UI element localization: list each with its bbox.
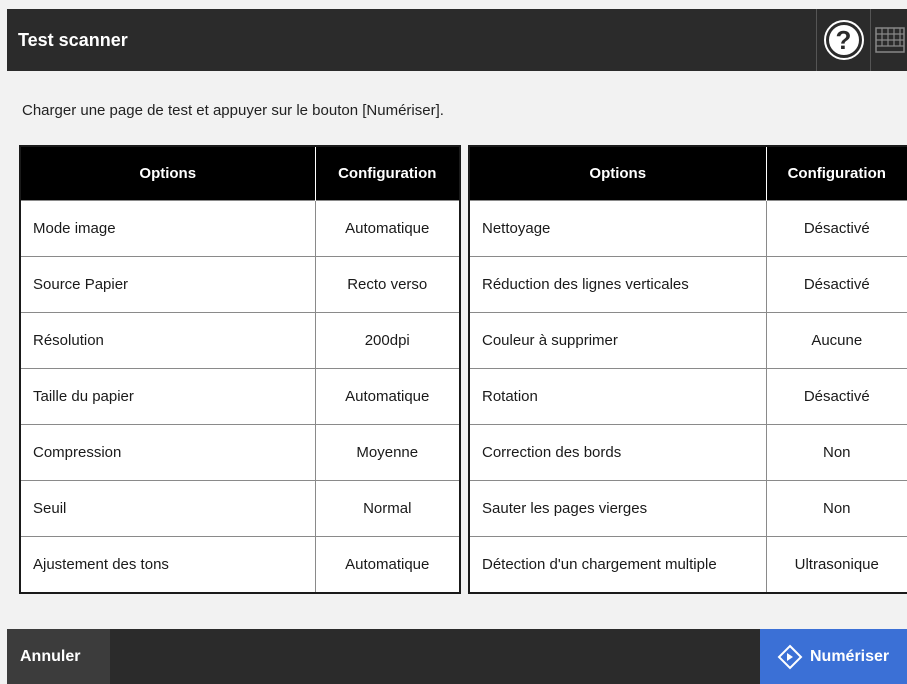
option-value: Aucune	[765, 312, 907, 369]
option-label: Résolution	[20, 312, 315, 369]
option-label: Réduction des lignes verticales	[469, 256, 766, 313]
options-table-left: Options Configuration Mode image Automati…	[19, 145, 461, 594]
option-value: Désactivé	[765, 200, 907, 257]
option-value: Non	[765, 424, 907, 481]
table-row: Mode image Automatique	[20, 200, 460, 257]
table-row: Seuil Normal	[20, 480, 460, 537]
table-row: Résolution 200dpi	[20, 312, 460, 369]
column-header-configuration: Configuration	[314, 146, 460, 201]
option-value: Désactivé	[765, 256, 907, 313]
option-label: Nettoyage	[469, 200, 766, 257]
cancel-button[interactable]: Annuler	[7, 629, 110, 684]
table-row: Compression Moyenne	[20, 424, 460, 481]
table-header-row: Options Configuration	[20, 146, 460, 201]
table-header-row: Options Configuration	[469, 146, 907, 201]
option-label: Correction des bords	[469, 424, 766, 481]
question-circle-icon: ?	[823, 20, 864, 60]
option-label: Taille du papier	[20, 368, 315, 425]
table-row: Correction des bords Non	[469, 424, 907, 481]
option-value: Recto verso	[314, 256, 460, 313]
option-label: Mode image	[20, 200, 315, 257]
keyboard-icon	[875, 27, 905, 53]
option-value: Normal	[314, 480, 460, 537]
option-value: Moyenne	[314, 424, 460, 481]
table-row: Couleur à supprimer Aucune	[469, 312, 907, 369]
title-bar: Test scanner ?	[7, 9, 907, 71]
instruction-text: Charger une page de test et appuyer sur …	[22, 102, 444, 119]
table-row: Nettoyage Désactivé	[469, 200, 907, 257]
option-label: Seuil	[20, 480, 315, 537]
option-label: Source Papier	[20, 256, 315, 313]
footer-bar: Annuler Numériser	[7, 629, 907, 684]
help-button[interactable]: ?	[816, 9, 871, 71]
table-row: Source Papier Recto verso	[20, 256, 460, 313]
column-header-options: Options	[469, 146, 766, 201]
option-value: Automatique	[314, 536, 460, 593]
table-row: Ajustement des tons Automatique	[20, 536, 460, 593]
option-label: Compression	[20, 424, 315, 481]
options-table-right: Options Configuration Nettoyage Désactivé…	[468, 145, 907, 594]
column-header-options: Options	[20, 146, 315, 201]
option-value: Automatique	[314, 200, 460, 257]
table-row: Détection d'un chargement multiple Ultras…	[469, 536, 907, 593]
option-label: Couleur à supprimer	[469, 312, 766, 369]
option-value: 200dpi	[314, 312, 460, 369]
scan-button[interactable]: Numériser	[760, 629, 907, 684]
option-value: Ultrasonique	[765, 536, 907, 593]
option-label: Rotation	[469, 368, 766, 425]
scan-diamond-icon	[777, 644, 803, 669]
option-value: Automatique	[314, 368, 460, 425]
table-row: Taille du papier Automatique	[20, 368, 460, 425]
table-row: Sauter les pages vierges Non	[469, 480, 907, 537]
option-value: Désactivé	[765, 368, 907, 425]
option-value: Non	[765, 480, 907, 537]
page-title: Test scanner	[18, 30, 128, 50]
option-label: Détection d'un chargement multiple	[469, 536, 766, 593]
scan-button-label: Numériser	[810, 647, 890, 665]
table-row: Réduction des lignes verticales Désactivé	[469, 256, 907, 313]
option-label: Ajustement des tons	[20, 536, 315, 593]
keyboard-button[interactable]	[870, 9, 907, 71]
table-row: Rotation Désactivé	[469, 368, 907, 425]
option-label: Sauter les pages vierges	[469, 480, 766, 537]
option-label-text: Détection d'un chargement multiple	[482, 556, 717, 573]
column-header-configuration: Configuration	[765, 146, 907, 201]
